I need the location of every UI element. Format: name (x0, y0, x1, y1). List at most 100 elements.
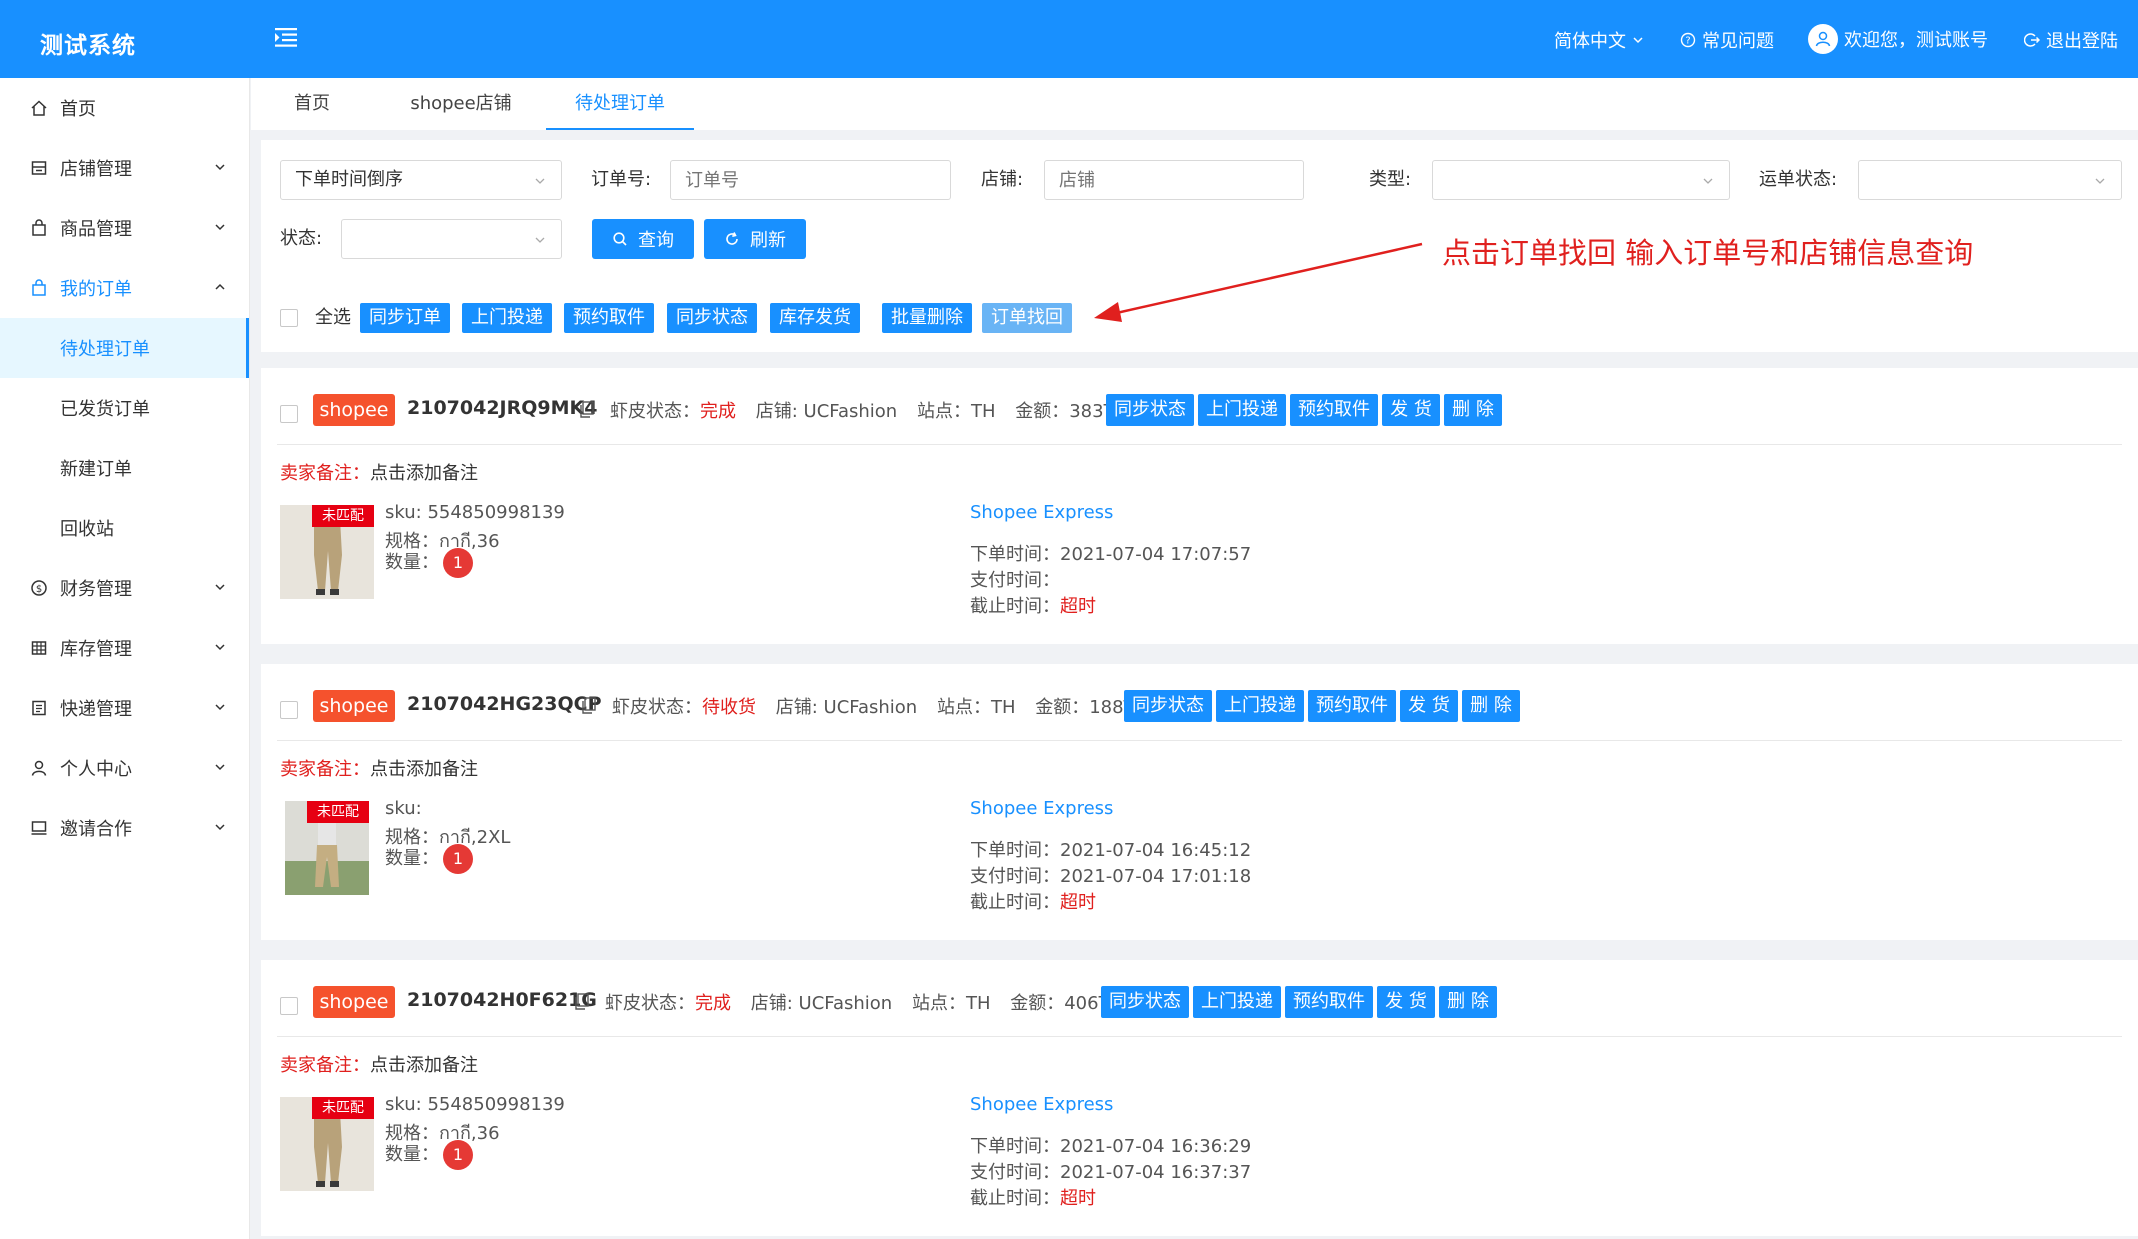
language-selector[interactable]: 简体中文 (1554, 27, 1644, 53)
sidebar-item-label: 个人中心 (60, 759, 132, 780)
order-recover-button[interactable]: 订单找回 (982, 303, 1072, 333)
sync-status-button[interactable]: 同步状态 (667, 303, 757, 333)
add-remark-link[interactable]: 点击添加备注 (370, 1055, 478, 1076)
schedule-pickup-button[interactable]: 预约取件 (1290, 394, 1378, 426)
delete-button[interactable]: 删 除 (1462, 690, 1520, 722)
refresh-button[interactable]: 刷新 (704, 219, 806, 259)
order-checkbox[interactable] (280, 405, 298, 423)
tab-pending-orders[interactable]: 待处理订单 (546, 78, 694, 130)
order-meta: 虾皮状态：待收货 店铺: UCFashion 站点：TH 金额：188THB (612, 693, 1160, 719)
app-logo: 测试系统 (40, 33, 136, 59)
sidebar-item-store[interactable]: 店铺管理 (0, 138, 249, 198)
sidebar-item-label: 我的订单 (60, 279, 132, 300)
sync-status-button[interactable]: 同步状态 (1106, 394, 1194, 426)
tab-shopee-store[interactable]: shopee店铺 (391, 78, 531, 130)
type-select[interactable] (1432, 160, 1730, 200)
pay-time-value: 2021-07-04 16:37:37 (1060, 1162, 1252, 1183)
user-menu[interactable]: 欢迎您，测试账号 (1808, 24, 1988, 54)
order-number: 2107042JRQ9MK4 (407, 397, 598, 419)
platform-badge: shopee (313, 394, 395, 426)
site-label: 站点： (911, 993, 966, 1014)
qty-label: 数量： (385, 552, 439, 573)
site-label: 站点： (936, 697, 991, 718)
sync-status-button[interactable]: 同步状态 (1101, 986, 1189, 1018)
add-remark-link[interactable]: 点击添加备注 (370, 463, 478, 484)
store-input[interactable] (1044, 160, 1304, 200)
schedule-pickup-button[interactable]: 预约取件 (1285, 986, 1373, 1018)
add-remark-link[interactable]: 点击添加备注 (370, 759, 478, 780)
ship-button[interactable]: 发 货 (1377, 986, 1435, 1018)
copy-icon[interactable] (581, 697, 597, 715)
sku-label: sku: (385, 798, 422, 819)
express-carrier: Shopee Express (970, 1094, 1114, 1115)
door-delivery-button[interactable]: 上门投递 (1198, 394, 1286, 426)
amount-label: 金额： (1015, 401, 1070, 422)
order-card: shopee 2107042JRQ9MK4 虾皮状态：完成 店铺: UCFash… (261, 368, 2138, 644)
sidebar-item-products[interactable]: 商品管理 (0, 198, 249, 258)
store-label: 店铺: (981, 169, 1024, 190)
faq-link[interactable]: ? 常见问题 (1680, 27, 1774, 53)
order-checkbox[interactable] (280, 997, 298, 1015)
select-all-checkbox[interactable] (280, 309, 298, 327)
status-select[interactable] (341, 219, 562, 259)
sync-status-button[interactable]: 同步状态 (1124, 690, 1212, 722)
bulk-delete-button[interactable]: 批量删除 (882, 303, 972, 333)
refresh-button-label: 刷新 (750, 230, 786, 251)
door-delivery-button[interactable]: 上门投递 (462, 303, 552, 333)
delete-button[interactable]: 删 除 (1439, 986, 1497, 1018)
order-card: shopee 2107042HG23QCP 虾皮状态：待收货 店铺: UCFas… (261, 664, 2138, 940)
store-value: UCFashion (798, 993, 893, 1014)
tab-home[interactable]: 首页 (271, 78, 353, 130)
finance-icon: $ (30, 579, 48, 597)
waybill-status-select[interactable] (1858, 160, 2122, 200)
deadline-row: 截止时间：超时 (970, 592, 1096, 618)
pay-time-row: 支付时间： (970, 566, 1060, 592)
sidebar-item-express[interactable]: 快递管理 (0, 678, 249, 738)
sidebar-item-label: 首页 (60, 99, 96, 120)
schedule-pickup-button[interactable]: 预约取件 (564, 303, 654, 333)
deadline-label: 截止时间： (970, 1188, 1060, 1209)
sidebar-item-inventory[interactable]: 库存管理 (0, 618, 249, 678)
sidebar-item-my-orders[interactable]: 我的订单 (0, 258, 249, 318)
schedule-pickup-button[interactable]: 预约取件 (1308, 690, 1396, 722)
sidebar-sub-new-order[interactable]: 新建订单 (0, 438, 249, 498)
deadline-value: 超时 (1060, 1188, 1096, 1209)
chevron-down-icon (215, 644, 225, 651)
sidebar-sub-pending-orders[interactable]: 待处理订单 (0, 318, 249, 378)
unmatched-badge: 未匹配 (312, 505, 374, 527)
shrimp-status-label: 虾皮状态： (605, 993, 695, 1014)
copy-icon[interactable] (574, 993, 590, 1011)
deadline-row: 截止时间：超时 (970, 1184, 1096, 1210)
door-delivery-button[interactable]: 上门投递 (1193, 986, 1281, 1018)
order-bag-icon (30, 279, 48, 297)
platform-badge: shopee (313, 690, 395, 722)
query-button[interactable]: 查询 (592, 219, 694, 259)
seller-remark: 卖家备注：点击添加备注 (280, 755, 478, 781)
refresh-icon (726, 232, 738, 245)
sidebar-item-invite[interactable]: 邀请合作 (0, 798, 249, 858)
sidebar-item-profile[interactable]: 个人中心 (0, 738, 249, 798)
sidebar-sub-shipped-orders[interactable]: 已发货订单 (0, 378, 249, 438)
sort-select[interactable]: 下单时间倒序 (280, 160, 562, 200)
sidebar-sub-recycle-bin[interactable]: 回收站 (0, 498, 249, 558)
store-label: 店铺: (750, 993, 799, 1014)
sidebar-item-home[interactable]: 首页 (0, 78, 249, 138)
stock-ship-button[interactable]: 库存发货 (770, 303, 860, 333)
menu-fold-icon[interactable] (272, 22, 302, 52)
copy-icon[interactable] (579, 401, 595, 419)
order-time-value: 2021-07-04 16:36:29 (1060, 1136, 1252, 1157)
sidebar-item-finance[interactable]: $ 财务管理 (0, 558, 249, 618)
chevron-down-icon (215, 584, 225, 591)
order-checkbox[interactable] (280, 701, 298, 719)
shrimp-status-value: 待收货 (702, 697, 756, 718)
delete-button[interactable]: 删 除 (1444, 394, 1502, 426)
divider (277, 1036, 2122, 1037)
ship-button[interactable]: 发 货 (1382, 394, 1440, 426)
sync-orders-button[interactable]: 同步订单 (360, 303, 450, 333)
logout-link[interactable]: 退出登陆 (2024, 27, 2118, 53)
order-no-input[interactable] (670, 160, 951, 200)
shrimp-status-label: 虾皮状态： (612, 697, 702, 718)
qty-line: 数量： 1 (385, 1140, 473, 1170)
ship-button[interactable]: 发 货 (1400, 690, 1458, 722)
door-delivery-button[interactable]: 上门投递 (1216, 690, 1304, 722)
